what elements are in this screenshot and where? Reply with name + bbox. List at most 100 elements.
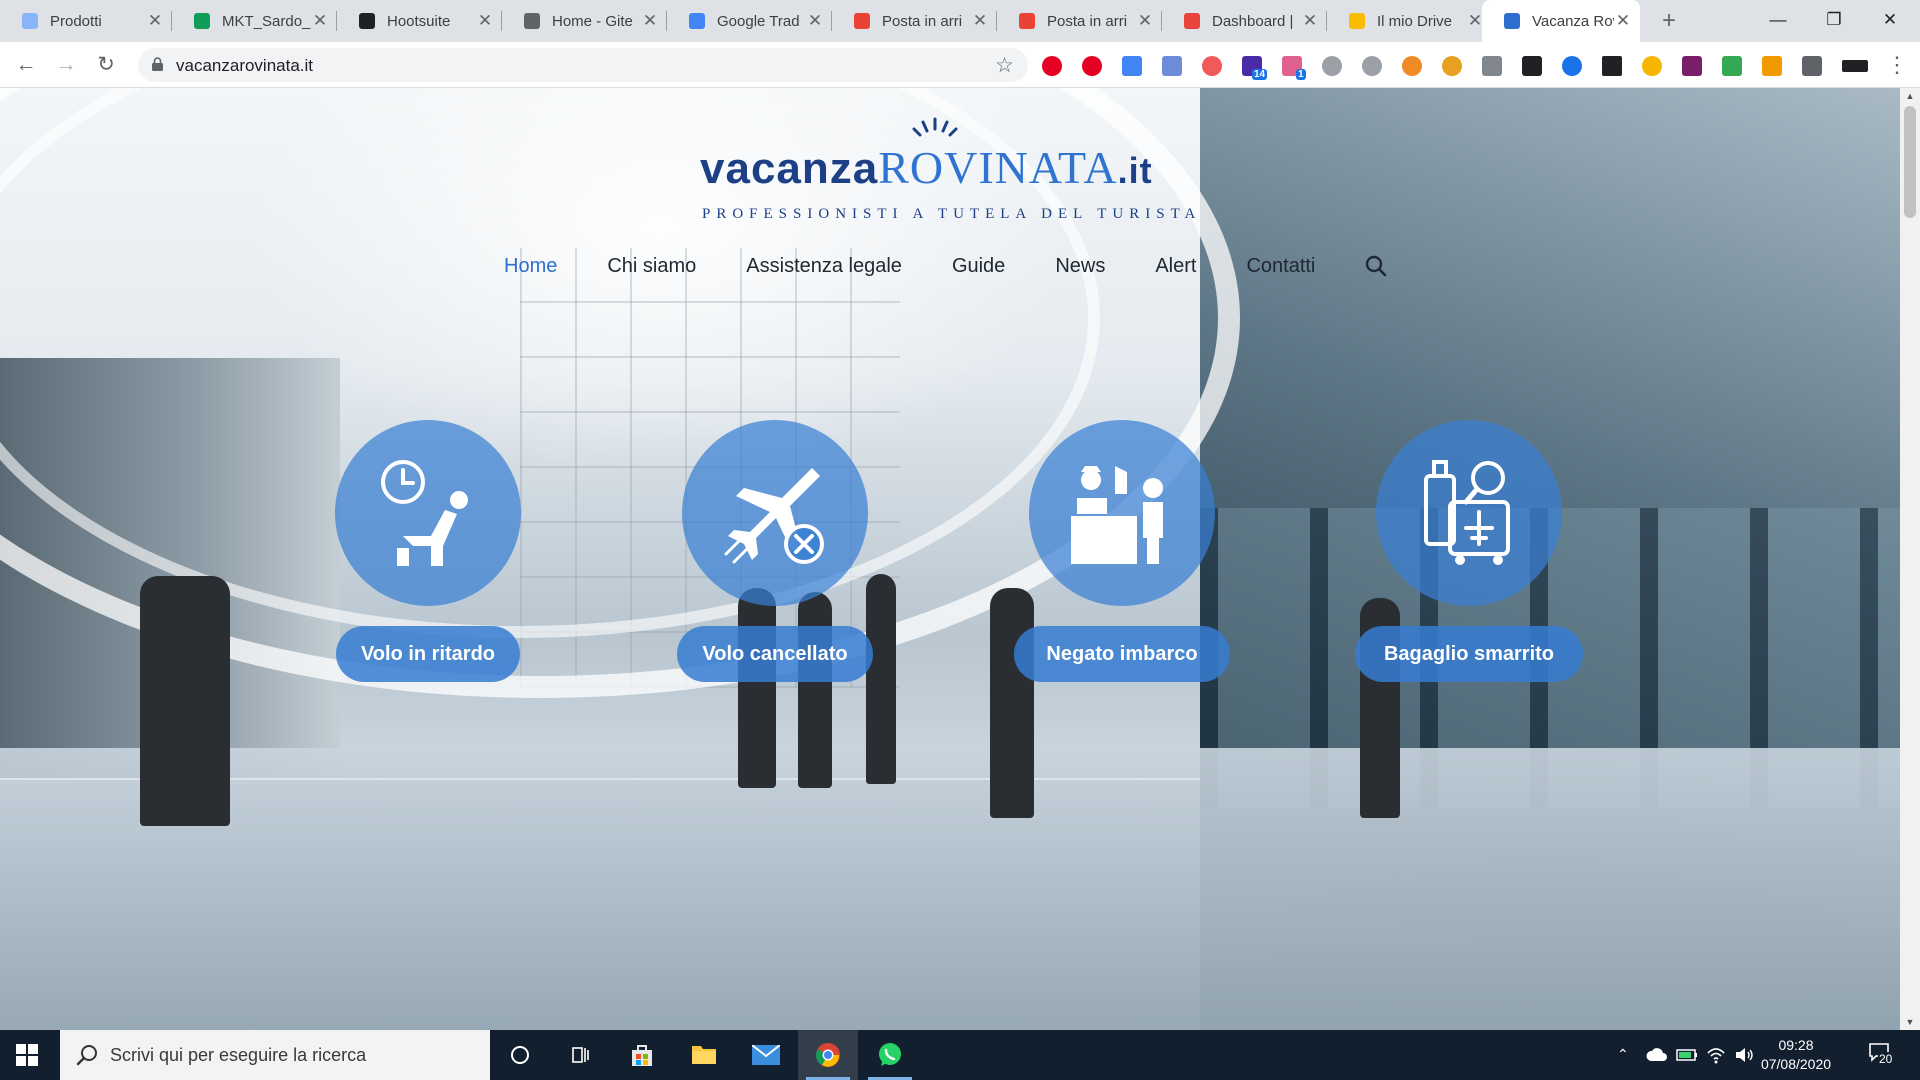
bookmark-star-icon[interactable]: ☆ [995, 53, 1014, 78]
service-card-volo-ritardo[interactable]: Volo in ritardo [318, 420, 538, 682]
tab-dashboard[interactable]: Dashboard | ✕ [1162, 0, 1327, 42]
clapper-extension-icon[interactable] [1602, 56, 1622, 76]
store-icon[interactable] [612, 1030, 672, 1080]
swirl-extension-icon[interactable] [1202, 56, 1222, 76]
site-logo[interactable]: vacanzaROVINATA.it PROFESSIONISTI A TUTE… [700, 110, 1200, 222]
v-extension-icon[interactable] [1162, 56, 1182, 76]
pinterest-extension-icon[interactable] [1082, 56, 1102, 76]
windows-start-icon[interactable] [16, 1044, 38, 1066]
eyedropper-extension-icon[interactable] [1482, 56, 1502, 76]
taskbar-clock[interactable]: 09:28 07/08/2020 [1746, 1036, 1846, 1074]
notification-count: 20 [1878, 1052, 1894, 1066]
scrollbar-thumb[interactable] [1904, 106, 1916, 218]
scroll-up-arrow[interactable]: ▲ [1900, 88, 1920, 104]
nav-news[interactable]: News [1055, 255, 1105, 278]
service-card-bagaglio-smarrito[interactable]: Bagaglio smarrito [1355, 420, 1583, 682]
pro-extension-icon[interactable] [1762, 56, 1782, 76]
search-icon [76, 1045, 97, 1066]
task-view-icon[interactable] [550, 1030, 610, 1080]
grid-extension-icon[interactable] [1682, 56, 1702, 76]
service-label[interactable]: Volo in ritardo [336, 626, 520, 682]
new-tab-button[interactable]: + [1654, 6, 1684, 36]
service-label[interactable]: Negato imbarco [1014, 626, 1230, 682]
wifi-icon[interactable] [1706, 1046, 1726, 1064]
tab-gmail-1[interactable]: Posta in arri ✕ [832, 0, 997, 42]
tab-favicon [1504, 13, 1520, 29]
chrome-taskbar-icon[interactable] [798, 1030, 858, 1080]
service-card-negato-imbarco[interactable]: Negato imbarco [1012, 420, 1232, 682]
service-circle[interactable] [682, 420, 868, 606]
service-circle[interactable] [1376, 420, 1562, 606]
reload-button[interactable]: ↻ [92, 51, 120, 79]
cloud-extension-icon[interactable] [1322, 56, 1342, 76]
show-hidden-icons[interactable]: ⌃ [1617, 1046, 1629, 1063]
nav-assistenza-legale[interactable]: Assistenza legale [746, 255, 902, 278]
close-tab-icon[interactable]: ✕ [1614, 11, 1632, 31]
logo-tagline: PROFESSIONISTI A TUTELA DEL TURISTA [702, 206, 1202, 222]
file-explorer-icon[interactable] [674, 1030, 734, 1080]
address-bar[interactable]: vacanzarovinata.it ☆ [138, 48, 1028, 82]
page-scrollbar[interactable]: ▲ ▼ [1900, 88, 1920, 1030]
tab-hootsuite[interactable]: Hootsuite ✕ [337, 0, 502, 42]
close-tab-icon[interactable]: ✕ [476, 11, 494, 31]
close-tab-icon[interactable]: ✕ [806, 11, 824, 31]
taskbar-search-box[interactable]: Scrivi qui per eseguire la ricerca [60, 1030, 490, 1080]
service-circle[interactable] [335, 420, 521, 606]
onedrive-icon[interactable] [1646, 1047, 1668, 1063]
denied-boarding-icon [1071, 466, 1163, 564]
adblock-extension-icon[interactable] [1042, 56, 1062, 76]
tab-favicon [1019, 13, 1035, 29]
mail-check-extension-icon[interactable] [1722, 56, 1742, 76]
close-tab-icon[interactable]: ✕ [311, 11, 329, 31]
search-icon[interactable] [1365, 255, 1387, 277]
service-label[interactable]: Volo cancellato [677, 626, 873, 682]
back-button[interactable]: ← [12, 51, 40, 79]
flight-delay-icon [381, 460, 468, 566]
extensions-puzzle-icon[interactable] [1802, 56, 1822, 76]
close-tab-icon[interactable]: ✕ [1301, 11, 1319, 31]
tab-home-gite[interactable]: Home - Gite ✕ [502, 0, 667, 42]
tab-google-drive[interactable]: Il mio Drive ✕ [1327, 0, 1492, 42]
seo-extension-icon[interactable] [1442, 56, 1462, 76]
lock-icon[interactable] [152, 57, 163, 71]
reddit-extension-icon[interactable] [1402, 56, 1422, 76]
scroll-down-arrow[interactable]: ▼ [1900, 1014, 1920, 1030]
tab-favicon [1349, 13, 1365, 29]
forward-button[interactable]: → [52, 51, 80, 79]
minimize-button[interactable]: — [1748, 0, 1808, 40]
nav-guide[interactable]: Guide [952, 255, 1005, 278]
translate-extension-icon[interactable] [1122, 56, 1142, 76]
flight-cancelled-icon [724, 468, 824, 564]
cortana-icon[interactable] [490, 1030, 550, 1080]
restore-button[interactable]: ❐ [1804, 0, 1864, 40]
nav-home[interactable]: Home [504, 255, 557, 278]
tab-mkt-sardo[interactable]: MKT_Sardo_ ✕ [172, 0, 337, 42]
tab-gmail-2[interactable]: Posta in arri ✕ [997, 0, 1162, 42]
lightbulb-extension-icon[interactable] [1642, 56, 1662, 76]
whatsapp-taskbar-icon[interactable] [860, 1030, 920, 1080]
battery-icon[interactable] [1676, 1047, 1698, 1063]
notification-center-icon[interactable]: 20 [1862, 1042, 1902, 1070]
close-window-button[interactable]: ✕ [1860, 0, 1920, 40]
tab-prodotti[interactable]: Prodotti ✕ [0, 0, 172, 42]
browser-menu-icon[interactable]: ⋮ [1886, 52, 1908, 78]
service-card-volo-cancellato[interactable]: Volo cancellato [665, 420, 885, 682]
wordmark-extension-icon[interactable] [1842, 60, 1868, 72]
close-tab-icon[interactable]: ✕ [146, 11, 164, 31]
nav-chi-siamo[interactable]: Chi siamo [607, 255, 696, 278]
close-tab-icon[interactable]: ✕ [641, 11, 659, 31]
link-extension-icon[interactable] [1362, 56, 1382, 76]
service-label[interactable]: Bagaglio smarrito [1355, 626, 1583, 682]
nav-alert[interactable]: Alert [1155, 255, 1196, 278]
service-circle[interactable] [1029, 420, 1215, 606]
blue-check-extension-icon[interactable] [1562, 56, 1582, 76]
tab-vacanza-rovinata[interactable]: Vacanza Rov ✕ [1482, 0, 1640, 42]
check-extension-icon[interactable] [1522, 56, 1542, 76]
tab-google-translate[interactable]: Google Trad ✕ [667, 0, 832, 42]
close-tab-icon[interactable]: ✕ [1136, 11, 1154, 31]
nav-contatti[interactable]: Contatti [1246, 255, 1315, 278]
close-tab-icon[interactable]: ✕ [971, 11, 989, 31]
mail-icon[interactable] [736, 1030, 796, 1080]
taskbar-search-placeholder: Scrivi qui per eseguire la ricerca [110, 1045, 367, 1065]
web-page: vacanzaROVINATA.it PROFESSIONISTI A TUTE… [0, 88, 1900, 1030]
